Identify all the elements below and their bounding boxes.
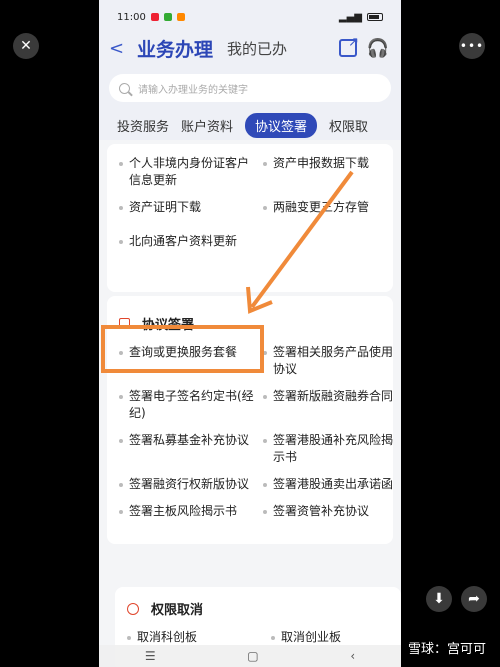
home-nav-icon[interactable]: ▢ — [247, 649, 258, 663]
close-button[interactable]: ✕ — [13, 33, 39, 59]
section-title: 权限取消 — [151, 603, 204, 618]
more-options-button[interactable]: ••• — [459, 33, 485, 59]
share-button[interactable]: ➦ — [461, 586, 487, 612]
list-item[interactable]: 签署主板风险揭示书 — [119, 503, 259, 520]
my-done-link[interactable]: 我的已办 — [227, 38, 287, 59]
list-item[interactable]: 签署港股通卖出承诺函 — [263, 476, 399, 493]
battery-icon — [367, 13, 383, 21]
list-item[interactable]: 取消创业板 — [271, 629, 401, 646]
list-item[interactable]: 签署相关服务产品使用协议 — [263, 344, 399, 378]
status-bar: 11:00 ▂▄▆ — [99, 0, 401, 34]
app-icon-2 — [176, 13, 185, 21]
search-icon — [119, 82, 130, 94]
list-item[interactable]: 签署融资行权新版协议 — [119, 476, 259, 493]
search-input[interactable]: 请输入办理业务的关键字 — [109, 74, 391, 102]
tab-permission[interactable]: 权限取 — [329, 113, 368, 138]
share-icon[interactable] — [339, 35, 359, 57]
list-item[interactable]: 资产申报数据下载 — [263, 155, 399, 189]
signal-icon: ▂▄▆ — [338, 11, 362, 23]
highlight-box — [101, 325, 264, 373]
tab-account[interactable]: 账户资料 — [181, 113, 233, 138]
revoke-icon — [127, 602, 139, 615]
list-item[interactable]: 资产证明下载 — [119, 199, 259, 216]
list-item[interactable]: 个人非境内身份证客户信息更新 — [119, 155, 259, 189]
list-item[interactable]: 签署电子签名约定书(经纪) — [119, 388, 259, 422]
menu-nav-icon[interactable]: ☰ — [145, 649, 156, 663]
search-area: 请输入办理业务的关键字 — [99, 62, 401, 110]
back-button[interactable]: < — [109, 38, 129, 59]
download-button[interactable]: ⬇ — [426, 586, 452, 612]
list-item[interactable]: 两融变更三方存管 — [263, 199, 399, 216]
list-item[interactable]: 北向通客户资料更新 — [119, 233, 259, 250]
tab-agreement[interactable]: 协议签署 — [245, 112, 318, 138]
list-item[interactable]: 取消科创板 — [127, 629, 267, 646]
watermark: 雪球：宫可可 — [407, 642, 486, 657]
page-title: 业务办理 — [137, 38, 214, 61]
category-tabs: 投资服务 账户资料 协议签署 权限取 — [99, 110, 401, 140]
list-item[interactable]: 签署资管补充协议 — [263, 503, 399, 520]
back-nav-icon[interactable]: ‹ — [350, 649, 355, 663]
status-time: 11:00 — [117, 11, 146, 23]
list-item[interactable]: 签署私募基金补充协议 — [119, 432, 259, 466]
system-nav-bar: ☰ ▢ ‹ — [99, 645, 401, 667]
list-item[interactable]: 签署港股通补充风险揭示书 — [263, 432, 399, 466]
tab-invest[interactable]: 投资服务 — [117, 113, 169, 138]
list-item[interactable]: 签署新版融资融券合同 — [263, 388, 399, 422]
account-info-card: 个人非境内身份证客户信息更新 资产申报数据下载 资产证明下载 两融变更三方存管 … — [107, 144, 393, 292]
search-placeholder: 请输入办理业务的关键字 — [138, 84, 248, 96]
notification-icon — [150, 13, 159, 21]
app-icon — [163, 13, 172, 21]
top-nav: < 业务办理 我的已办 🎧 — [99, 34, 401, 62]
headset-icon[interactable]: 🎧 — [367, 38, 389, 59]
